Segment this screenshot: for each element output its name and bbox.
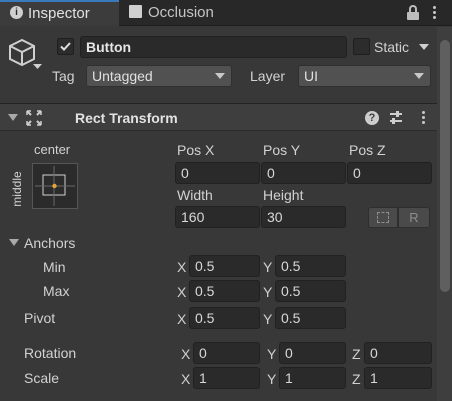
pos-y-label: Pos Y (263, 142, 301, 158)
pos-x-field[interactable]: 0 (175, 162, 260, 184)
rotation-x-label: X (181, 346, 191, 362)
tag-label: Tag (52, 68, 75, 84)
tab-menu-icon[interactable] (432, 5, 438, 21)
scrollbar-thumb[interactable] (440, 40, 450, 292)
anchor-presets-button[interactable] (32, 163, 78, 209)
static-checkbox[interactable] (353, 38, 370, 55)
object-name-field[interactable]: Button (80, 36, 347, 58)
min-x-field[interactable]: 0.5 (189, 255, 260, 277)
collapse-arrow-icon[interactable] (8, 114, 18, 121)
pos-y-field[interactable]: 0 (261, 162, 346, 184)
scale-z-field[interactable]: 1 (364, 367, 432, 389)
pos-z-label: Pos Z (349, 142, 386, 158)
rotation-y-field[interactable]: 0 (279, 342, 346, 364)
rotation-z-label: Z (352, 346, 361, 362)
occlusion-icon (129, 5, 142, 19)
chevron-down-icon (215, 73, 225, 79)
static-label[interactable]: Static (374, 38, 409, 56)
pivot-y-field[interactable]: 0.5 (275, 307, 346, 329)
pivot-y-label: Y (263, 311, 273, 327)
rotation-x-field[interactable]: 0 (193, 342, 260, 364)
min-x-label: X (177, 259, 187, 275)
tab-occlusion-label: Occlusion (148, 4, 214, 21)
rect-transform-header[interactable]: Rect Transform ? (0, 103, 437, 131)
rotation-label: Rotation (24, 345, 77, 361)
anchor-preset-v-label: middle (10, 171, 24, 207)
rotation-z-field[interactable]: 0 (364, 342, 432, 364)
tab-inspector[interactable]: i Inspector (0, 0, 119, 26)
raw-edit-button[interactable]: R (398, 207, 430, 228)
tab-bar: i Inspector Occlusion (0, 0, 452, 26)
pos-z-field[interactable]: 0 (347, 162, 432, 184)
gameobject-icon[interactable] (8, 36, 44, 72)
lock-icon[interactable] (406, 5, 420, 21)
width-label: Width (177, 187, 213, 203)
width-field[interactable]: 160 (175, 206, 260, 228)
chevron-down-icon (414, 73, 424, 79)
layer-dropdown-value: UI (304, 68, 318, 84)
tab-inspector-label: Inspector (28, 5, 90, 22)
pivot-x-label: X (177, 311, 187, 327)
component-menu-icon[interactable] (421, 110, 427, 126)
max-label: Max (43, 283, 70, 299)
tag-dropdown-value: Untagged (92, 68, 153, 84)
presets-icon[interactable] (389, 110, 403, 126)
anchors-label[interactable]: Anchors (24, 234, 75, 252)
active-checkbox[interactable] (57, 38, 74, 55)
pos-x-label: Pos X (177, 142, 215, 158)
max-x-label: X (177, 284, 187, 300)
blueprint-mode-button[interactable] (368, 207, 398, 228)
max-y-label: Y (263, 284, 273, 300)
scale-x-label: X (181, 371, 191, 387)
anchor-preset-h-label: center (34, 142, 71, 157)
scale-x-field[interactable]: 1 (193, 367, 260, 389)
scale-y-field[interactable]: 1 (279, 367, 346, 389)
max-y-field[interactable]: 0.5 (275, 280, 346, 302)
layer-label: Layer (250, 68, 286, 84)
help-icon[interactable]: ? (365, 111, 379, 125)
static-dropdown-arrow[interactable] (419, 44, 429, 50)
height-label: Height (263, 187, 304, 203)
layer-dropdown[interactable]: UI (298, 65, 431, 87)
min-label: Min (43, 259, 66, 275)
scale-z-label: Z (352, 371, 361, 387)
scale-label: Scale (24, 370, 60, 386)
pivot-label: Pivot (24, 310, 56, 326)
tab-occlusion[interactable]: Occlusion (125, 0, 245, 26)
scale-y-label: Y (267, 371, 277, 387)
min-y-label: Y (263, 259, 273, 275)
anchors-foldout-arrow-icon[interactable] (9, 239, 19, 246)
pivot-x-field[interactable]: 0.5 (189, 307, 260, 329)
rotation-y-label: Y (267, 346, 277, 362)
max-x-field[interactable]: 0.5 (189, 280, 260, 302)
tag-dropdown[interactable]: Untagged (86, 65, 232, 87)
rect-transform-title: Rect Transform (75, 110, 178, 126)
info-icon: i (10, 6, 23, 20)
min-y-field[interactable]: 0.5 (275, 255, 346, 277)
height-field[interactable]: 30 (261, 206, 346, 228)
rect-transform-icon (26, 110, 42, 126)
